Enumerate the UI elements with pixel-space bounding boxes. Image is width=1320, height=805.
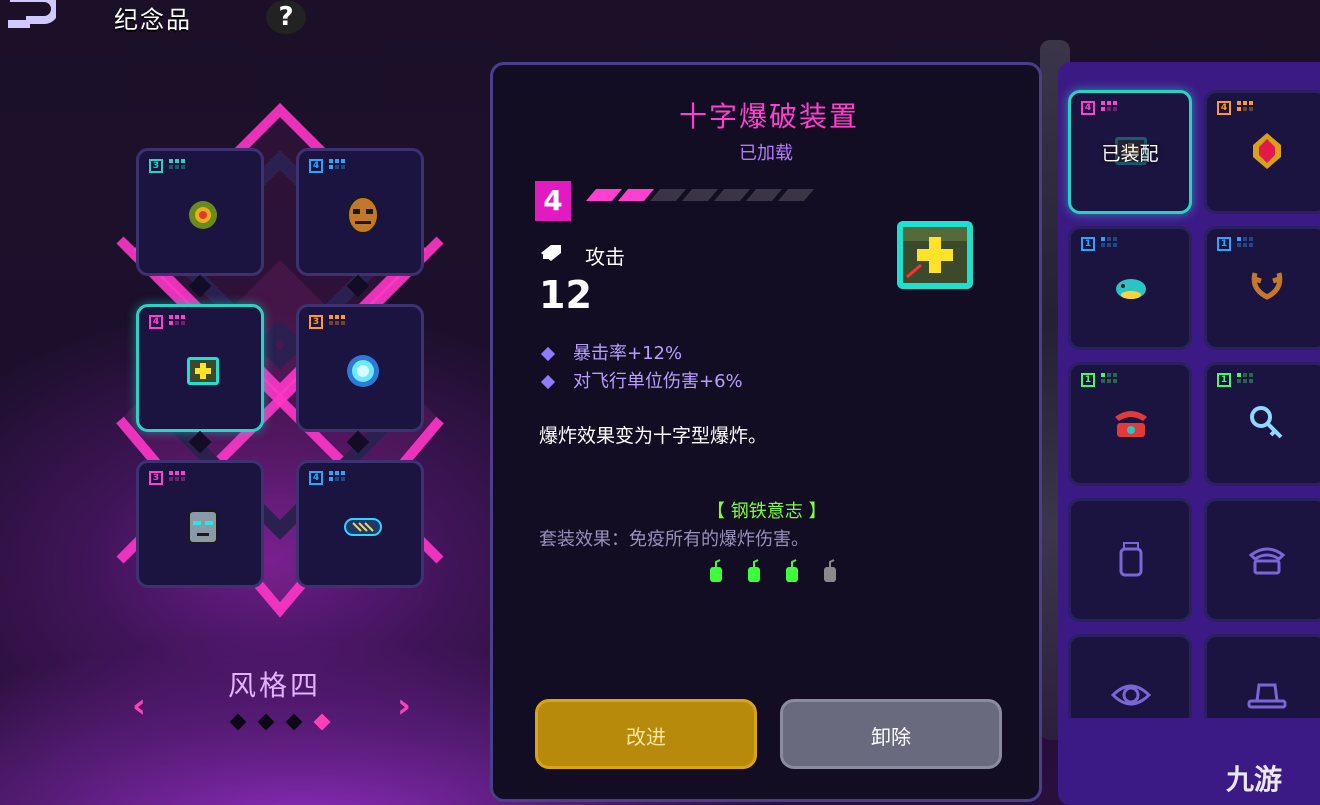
tier-badge: 4 xyxy=(1081,101,1095,115)
upgrade-button[interactable]: 改进 xyxy=(535,699,757,769)
tier-dots xyxy=(329,471,345,481)
loadout-slot[interactable]: 3 xyxy=(136,460,264,588)
loadout-slot[interactable]: 3 xyxy=(136,148,264,276)
tier-badge: 4 xyxy=(1217,101,1231,115)
inventory-item[interactable] xyxy=(1204,634,1320,718)
tier-dots xyxy=(1237,373,1253,383)
tier-dots xyxy=(169,471,185,481)
loadout-slot[interactable]: 4 xyxy=(296,460,424,588)
bonus-line: 暴击率+12% xyxy=(540,339,683,365)
loadout-slot[interactable]: 3 xyxy=(296,304,424,432)
loadout-slot[interactable]: 4 xyxy=(296,148,424,276)
tier-dots xyxy=(1101,101,1117,111)
item-status: 已加载 xyxy=(739,143,793,164)
bottle-icon xyxy=(1119,542,1143,577)
upgrade-pip xyxy=(649,189,687,201)
fish-icon xyxy=(1116,279,1146,299)
upgrade-pip xyxy=(681,189,719,201)
upgrade-pip xyxy=(777,189,815,201)
inventory-item[interactable]: 1 xyxy=(1204,226,1320,350)
set-name: 【 钢铁意志 】 xyxy=(707,501,827,522)
inventory-grid: 4 已装配 4 1 1 1 1 xyxy=(1058,62,1320,718)
remove-button[interactable]: 卸除 xyxy=(780,699,1002,769)
tier-badge: 1 xyxy=(1217,373,1231,387)
loadout-slot[interactable]: 4 xyxy=(136,304,264,432)
tier-dots xyxy=(1237,237,1253,247)
tier-dots xyxy=(329,315,345,325)
antlers-icon xyxy=(1251,272,1283,300)
inventory-item[interactable]: 4 xyxy=(1204,90,1320,214)
cross-blast-icon xyxy=(897,221,973,289)
inventory-item[interactable]: 1 xyxy=(1204,362,1320,486)
item-detail-panel: 十字爆破装置 已加载 4 攻击 12 暴击率+12% 对飞行单位伤害+6% 爆炸… xyxy=(490,62,1042,802)
upgrade-pip xyxy=(617,189,655,201)
tier-dots xyxy=(1101,373,1117,383)
equipped-label: 已装配 xyxy=(1101,143,1159,165)
bonus-text: 对飞行单位伤害+6% xyxy=(573,371,743,392)
phone-locked-icon xyxy=(1248,547,1286,575)
inventory-item[interactable]: 4 已装配 xyxy=(1068,90,1192,214)
upgrade-pip xyxy=(745,189,783,201)
eye-icon xyxy=(1111,684,1151,706)
inventory-panel: 4 已装配 4 1 1 1 1 xyxy=(1058,62,1320,805)
bonus-line: 对飞行单位伤害+6% xyxy=(540,367,743,393)
tier-dots xyxy=(1101,237,1117,247)
bonus-bullet-icon xyxy=(540,374,556,390)
prev-style-button[interactable]: ‹ xyxy=(132,686,146,726)
back-icon[interactable] xyxy=(4,0,56,32)
next-style-button[interactable]: › xyxy=(397,686,411,726)
item-title: 十字爆破装置 xyxy=(678,100,859,133)
tier-dots xyxy=(169,315,185,325)
hat-icon xyxy=(1247,683,1287,709)
tier-badge: 4 xyxy=(149,315,163,329)
set-piece-icon xyxy=(748,559,760,582)
tier-badge: 1 xyxy=(1081,373,1095,387)
sunflower-icon xyxy=(189,201,217,229)
telephone-icon xyxy=(1115,411,1147,437)
tier-badge: 4 xyxy=(535,181,571,221)
set-effect: 套装效果：免疫所有的爆炸伤害。 xyxy=(539,529,809,550)
tier-badge: 1 xyxy=(1081,237,1095,251)
inventory-item[interactable]: 1 xyxy=(1068,226,1192,350)
bonus-text: 暴击率+12% xyxy=(573,343,683,364)
upgrade-pip xyxy=(585,189,623,201)
tier-dots xyxy=(169,159,185,169)
tier-badge: 4 xyxy=(309,159,323,173)
set-piece-icon xyxy=(824,559,836,582)
mask-icon xyxy=(347,196,379,234)
set-piece-icon xyxy=(710,559,722,582)
tier-badge: 4 xyxy=(309,471,323,485)
tier-badge: 3 xyxy=(149,471,163,485)
key-icon xyxy=(1250,406,1283,439)
page-title: 纪念品 xyxy=(114,6,192,34)
red-gem-icon xyxy=(1253,133,1281,169)
tier-badge: 3 xyxy=(309,315,323,329)
inventory-item[interactable] xyxy=(1068,498,1192,622)
style-name: 风格四 xyxy=(228,669,322,702)
robot-face-icon xyxy=(188,510,218,544)
tier-dots xyxy=(329,159,345,169)
inventory-item[interactable] xyxy=(1068,634,1192,718)
stat-label: 攻击 xyxy=(585,245,625,269)
item-description: 爆炸效果变为十字型爆炸。 xyxy=(539,425,768,447)
scroll-icon xyxy=(344,518,382,536)
watermark: 九游 xyxy=(1226,763,1283,796)
bonus-bullet-icon xyxy=(540,346,556,362)
blue-gem-icon xyxy=(347,355,379,387)
inventory-item[interactable]: 1 xyxy=(1068,362,1192,486)
upgrade-pip xyxy=(713,189,751,201)
inventory-item[interactable] xyxy=(1204,498,1320,622)
bullet-icon xyxy=(541,245,561,261)
cross-blast-icon xyxy=(187,357,219,385)
help-button[interactable]: ? xyxy=(266,0,306,34)
tier-badge: 1 xyxy=(1217,237,1231,251)
tier-dots xyxy=(1237,101,1253,111)
set-piece-icon xyxy=(786,559,798,582)
stat-value: 12 xyxy=(539,273,592,317)
tier-badge: 3 xyxy=(149,159,163,173)
